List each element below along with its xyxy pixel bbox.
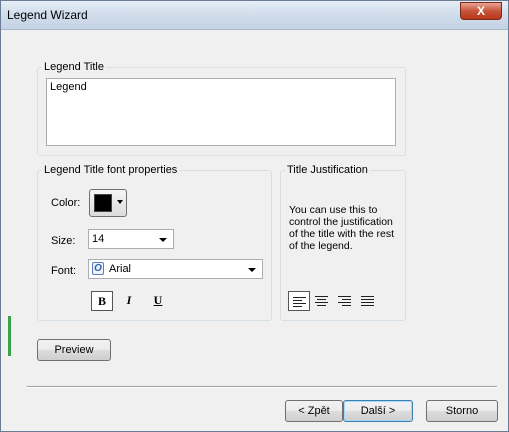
color-label: Color: <box>51 197 81 209</box>
font-label: Font: <box>51 265 77 277</box>
chevron-down-icon <box>159 238 167 242</box>
title-bar[interactable]: Legend Wizard X <box>1 1 508 30</box>
color-swatch <box>94 194 112 212</box>
legend-title-group-label: Legend Title <box>44 61 104 73</box>
right-align-button[interactable] <box>334 291 356 311</box>
size-select[interactable]: 14 <box>88 229 174 249</box>
font-type-icon: O <box>92 262 104 275</box>
preview-button[interactable]: Preview <box>37 339 111 361</box>
justification-description: You can use this to control the justific… <box>289 204 395 252</box>
next-button[interactable]: Další > <box>343 400 413 422</box>
bold-button[interactable]: B <box>91 291 113 311</box>
italic-button[interactable]: I <box>118 291 140 311</box>
left-align-button[interactable] <box>288 291 310 311</box>
font-select[interactable]: O Arial <box>88 259 263 279</box>
footer-separator <box>27 386 497 388</box>
close-button[interactable]: X <box>460 2 502 20</box>
size-value: 14 <box>92 233 105 245</box>
color-picker-button[interactable] <box>89 189 127 217</box>
justify-align-button[interactable] <box>357 291 379 311</box>
font-value: Arial <box>109 263 132 275</box>
chevron-down-icon <box>117 200 123 204</box>
cancel-button[interactable]: Storno <box>426 400 498 422</box>
center-align-button[interactable] <box>311 291 333 311</box>
window-title: Legend Wizard <box>7 8 88 22</box>
underline-button[interactable]: U <box>147 291 169 311</box>
size-label: Size: <box>51 235 76 247</box>
legend-wizard-window: Legend Wizard X Legend Title Legend Lege… <box>0 0 509 432</box>
font-properties-group-label: Legend Title font properties <box>44 164 178 176</box>
legend-title-input[interactable]: Legend <box>46 78 396 146</box>
back-button[interactable]: < Zpět <box>285 400 343 422</box>
title-justification-group-label: Title Justification <box>287 164 368 176</box>
chevron-down-icon <box>248 268 256 272</box>
left-edge-accent <box>8 316 11 356</box>
